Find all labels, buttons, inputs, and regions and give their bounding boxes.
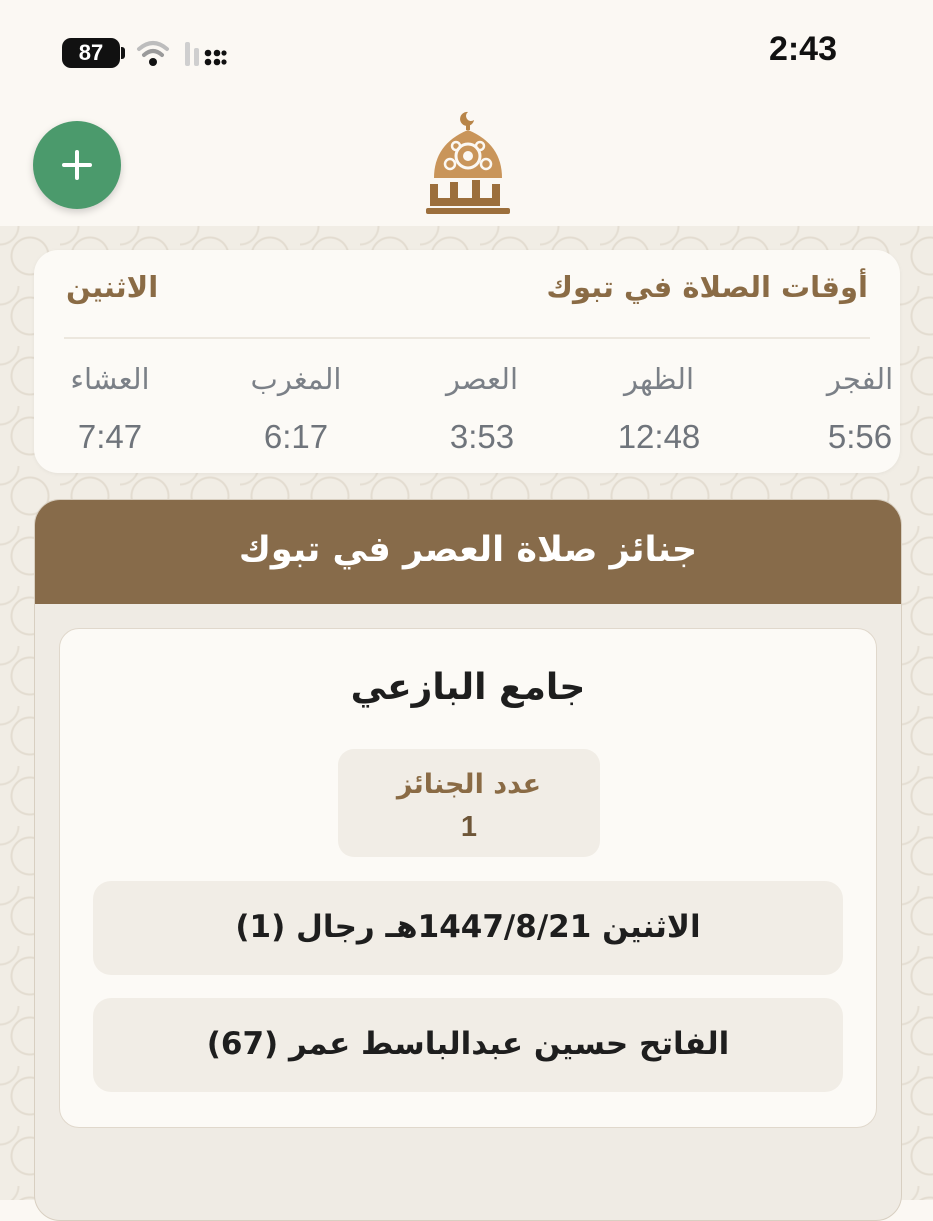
app-logo-icon	[426, 111, 510, 214]
status-bar: 87 2:43	[0, 0, 933, 100]
prayer-name: العشاء	[70, 362, 150, 396]
prayer-name: المغرب	[250, 362, 342, 396]
funeral-count-value: 1	[460, 811, 478, 843]
deceased-name-text: الفاتح حسين عبدالباسط عمر (67)	[206, 1026, 730, 1062]
prayer-times-row: الفجر 5:56 الظهر 12:48 العصر 3:53 المغرب…	[34, 362, 900, 462]
prayer-name: الفجر	[826, 362, 894, 396]
prayer-time: 12:48	[617, 418, 701, 455]
funerals-header: جنائز صلاة العصر في تبوك	[35, 500, 901, 604]
prayer-time: 7:47	[77, 418, 143, 455]
cellular-signal-icon	[185, 42, 227, 66]
funeral-date-text: الاثنين 1447/8/21هـ رجال (1)	[235, 909, 701, 945]
battery-indicator: 87	[62, 38, 120, 68]
prayer-times-day: الاثنين	[66, 270, 159, 304]
battery-tip	[121, 47, 125, 59]
add-button[interactable]	[33, 121, 121, 209]
funerals-panel: جنائز صلاة العصر في تبوك جامع البازعي عد…	[34, 499, 902, 1221]
prayer-isha: العشاء 7:47	[30, 362, 190, 462]
prayer-asr: العصر 3:53	[402, 362, 562, 462]
funeral-count-box: عدد الجنائز 1	[338, 749, 600, 857]
prayer-times-title: أوقات الصلاة في تبوك	[546, 270, 868, 304]
battery-level: 87	[78, 40, 104, 65]
prayer-time: 6:17	[263, 418, 329, 455]
prayer-name: العصر	[445, 362, 519, 396]
prayer-times-card: أوقات الصلاة في تبوك الاثنين الفجر 5:56 …	[34, 250, 900, 473]
mosque-name: جامع البازعي	[350, 667, 586, 708]
funeral-date-row: الاثنين 1447/8/21هـ رجال (1)	[93, 881, 843, 975]
prayer-time: 3:53	[449, 418, 515, 455]
deceased-name-row: الفاتح حسين عبدالباسط عمر (67)	[93, 998, 843, 1092]
prayer-dhuhr: الظهر 12:48	[579, 362, 739, 462]
app-header	[0, 100, 933, 226]
mosque-card[interactable]: جامع البازعي عدد الجنائز 1 الاثنين 1447/…	[59, 628, 877, 1128]
status-time: 2:43	[768, 30, 837, 68]
prayer-maghrib: المغرب 6:17	[216, 362, 376, 462]
wifi-icon	[137, 41, 169, 66]
prayer-name: الظهر	[623, 362, 695, 396]
funerals-title: جنائز صلاة العصر في تبوك	[238, 530, 698, 570]
funeral-count-label: عدد الجنائز	[396, 769, 542, 800]
prayer-time: 5:56	[827, 418, 893, 455]
divider	[64, 337, 870, 339]
prayer-fajr: الفجر 5:56	[780, 362, 933, 462]
